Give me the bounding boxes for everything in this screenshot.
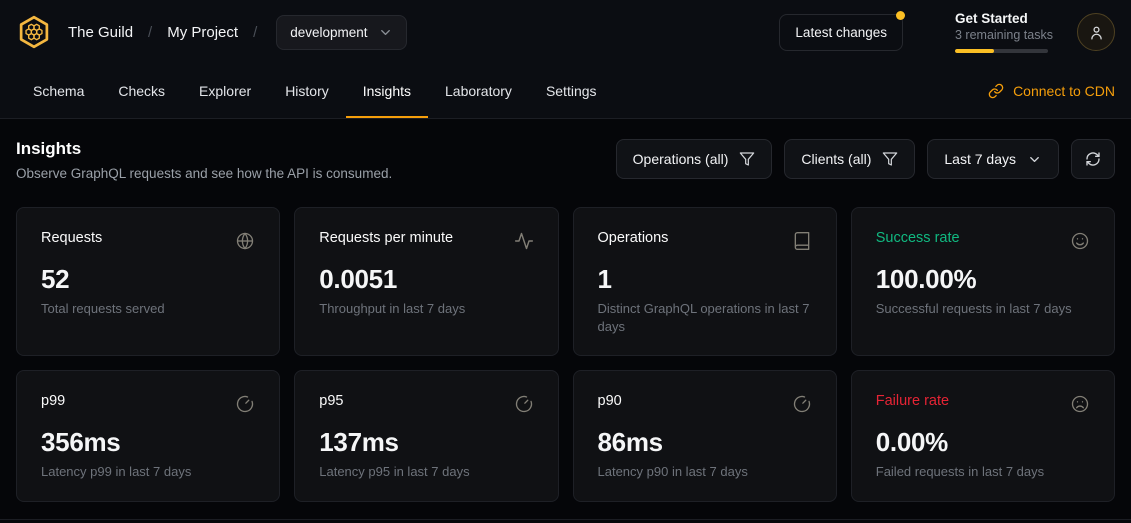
header-right: Latest changes Get Started 3 remaining t… <box>779 11 1115 53</box>
gauge-icon <box>792 394 812 414</box>
app-header: The Guild / My Project / development Lat… <box>0 0 1131 64</box>
get-started-progress-fill <box>955 49 994 53</box>
card-description: Failed requests in last 7 days <box>876 463 1090 481</box>
frown-icon <box>1070 394 1090 414</box>
smile-icon <box>1070 231 1090 251</box>
card-description: Latency p90 in last 7 days <box>598 463 812 481</box>
page-title: Insights <box>16 139 392 159</box>
tab-history[interactable]: History <box>268 64 346 118</box>
card-value: 86ms <box>598 427 812 458</box>
activity-icon <box>514 231 534 251</box>
stat-card: Success rate 100.00% Successful requests… <box>851 207 1115 356</box>
refresh-icon <box>1085 151 1101 167</box>
card-title: Success rate <box>876 230 960 246</box>
tab-explorer[interactable]: Explorer <box>182 64 268 118</box>
card-description: Successful requests in last 7 days <box>876 300 1090 318</box>
nav-tabs: SchemaChecksExplorerHistoryInsightsLabor… <box>16 64 614 118</box>
section-divider <box>0 519 1131 520</box>
card-value: 1 <box>598 264 812 295</box>
filters-toolbar: Operations (all) Clients (all) Last 7 da… <box>616 139 1115 179</box>
page-head-row: Insights Observe GraphQL requests and se… <box>16 139 1115 181</box>
card-value: 52 <box>41 264 255 295</box>
tab-checks[interactable]: Checks <box>101 64 182 118</box>
card-title: Operations <box>598 230 669 246</box>
breadcrumb: The Guild / My Project / development <box>68 15 407 50</box>
breadcrumb-project[interactable]: My Project <box>167 24 238 41</box>
card-title: p95 <box>319 393 343 409</box>
page-subtitle: Observe GraphQL requests and see how the… <box>16 166 392 181</box>
clients-filter-label: Clients (all) <box>801 151 871 167</box>
stat-card: Requests 52 Total requests served <box>16 207 280 356</box>
breadcrumb-separator: / <box>148 24 152 41</box>
tab-insights[interactable]: Insights <box>346 64 428 118</box>
card-title: p99 <box>41 393 65 409</box>
target-selector[interactable]: development <box>276 15 406 50</box>
chevron-down-icon <box>1027 152 1042 167</box>
operations-filter-button[interactable]: Operations (all) <box>616 139 773 179</box>
stat-card: Failure rate 0.00% Failed requests in la… <box>851 370 1115 502</box>
operations-filter-label: Operations (all) <box>633 151 729 167</box>
card-title: Requests per minute <box>319 230 453 246</box>
funnel-icon <box>882 151 898 167</box>
breadcrumb-org[interactable]: The Guild <box>68 24 133 41</box>
card-title: Requests <box>41 230 102 246</box>
card-description: Distinct GraphQL operations in last 7 da… <box>598 300 812 335</box>
card-description: Throughput in last 7 days <box>319 300 533 318</box>
card-description: Total requests served <box>41 300 255 318</box>
card-description: Latency p99 in last 7 days <box>41 463 255 481</box>
book-icon <box>792 231 812 251</box>
tab-settings[interactable]: Settings <box>529 64 614 118</box>
user-avatar[interactable] <box>1077 13 1115 51</box>
period-select-button[interactable]: Last 7 days <box>927 139 1059 179</box>
hive-logo-icon <box>16 14 52 50</box>
funnel-icon <box>739 151 755 167</box>
top-region: The Guild / My Project / development Lat… <box>0 0 1131 119</box>
get-started-progress <box>955 49 1048 53</box>
gauge-icon <box>235 394 255 414</box>
stat-card: p90 86ms Latency p90 in last 7 days <box>573 370 837 502</box>
chevron-down-icon <box>378 25 393 40</box>
refresh-button[interactable] <box>1071 139 1115 179</box>
latest-changes-button[interactable]: Latest changes <box>779 14 903 51</box>
stat-card: Operations 1 Distinct GraphQL operations… <box>573 207 837 356</box>
connect-to-cdn-link[interactable]: Connect to CDN <box>988 64 1115 118</box>
card-description: Latency p95 in last 7 days <box>319 463 533 481</box>
connect-to-cdn-label: Connect to CDN <box>1013 83 1115 99</box>
page-heading-block: Insights Observe GraphQL requests and se… <box>16 139 392 181</box>
person-icon <box>1088 24 1105 41</box>
stat-card: Requests per minute 0.0051 Throughput in… <box>294 207 558 356</box>
target-selector-value: development <box>290 25 367 40</box>
period-select-label: Last 7 days <box>944 151 1016 167</box>
gauge-icon <box>514 394 534 414</box>
latest-changes-label: Latest changes <box>795 25 887 40</box>
card-value: 0.0051 <box>319 264 533 295</box>
stat-card: p95 137ms Latency p95 in last 7 days <box>294 370 558 502</box>
tab-schema[interactable]: Schema <box>16 64 101 118</box>
card-value: 137ms <box>319 427 533 458</box>
breadcrumb-separator: / <box>253 24 257 41</box>
nav-bar: SchemaChecksExplorerHistoryInsightsLabor… <box>0 64 1131 119</box>
card-value: 356ms <box>41 427 255 458</box>
insights-page: Insights Observe GraphQL requests and se… <box>0 119 1131 502</box>
card-title: Failure rate <box>876 393 949 409</box>
globe-icon <box>235 231 255 251</box>
get-started-title: Get Started <box>955 11 1051 26</box>
clients-filter-button[interactable]: Clients (all) <box>784 139 915 179</box>
get-started-subtitle: 3 remaining tasks <box>955 28 1051 42</box>
stat-card: p99 356ms Latency p99 in last 7 days <box>16 370 280 502</box>
card-value: 100.00% <box>876 264 1090 295</box>
guild-logo[interactable] <box>16 14 52 50</box>
card-title: p90 <box>598 393 622 409</box>
card-value: 0.00% <box>876 427 1090 458</box>
tab-laboratory[interactable]: Laboratory <box>428 64 529 118</box>
get-started-widget[interactable]: Get Started 3 remaining tasks <box>955 11 1051 53</box>
link-icon <box>988 83 1004 99</box>
stats-grid: Requests 52 Total requests served Reques… <box>16 207 1115 502</box>
notification-dot <box>896 11 905 20</box>
